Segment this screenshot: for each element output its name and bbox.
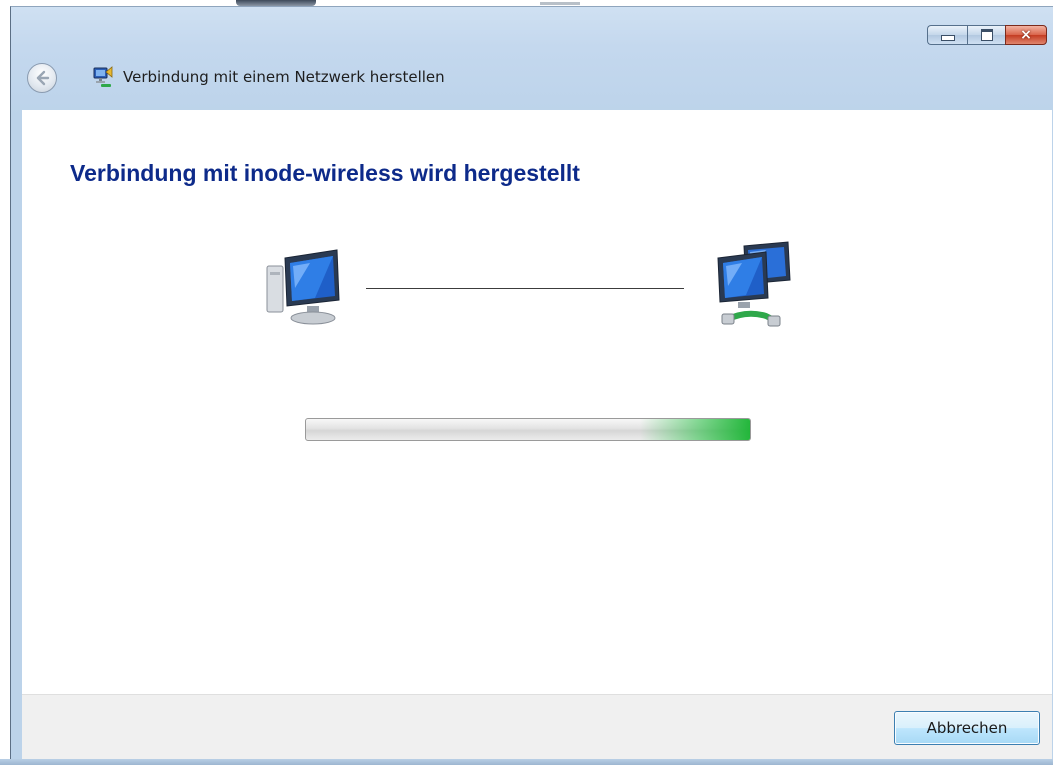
footer-bar: Abbrechen bbox=[22, 694, 1052, 765]
screen: × Verbindung mit einem Netzwerk herstell… bbox=[0, 0, 1053, 765]
close-button[interactable]: × bbox=[1005, 25, 1047, 45]
back-button[interactable] bbox=[27, 63, 57, 93]
connection-progress-bar bbox=[305, 418, 751, 441]
progress-indicator bbox=[640, 419, 750, 440]
connect-to-network-window: × Verbindung mit einem Netzwerk herstell… bbox=[10, 6, 1053, 765]
title-bar[interactable]: × Verbindung mit einem Netzwerk herstell… bbox=[11, 7, 1053, 119]
window-title: Verbindung mit einem Netzwerk herstellen bbox=[123, 68, 445, 86]
window-controls: × bbox=[927, 25, 1047, 45]
connection-line bbox=[366, 288, 684, 289]
minimize-icon bbox=[940, 35, 955, 41]
back-arrow-icon bbox=[36, 70, 50, 86]
desktop-fragment bbox=[540, 2, 580, 5]
content-area: Verbindung mit inode-wireless wird herge… bbox=[22, 110, 1052, 694]
page-heading: Verbindung mit inode-wireless wird herge… bbox=[70, 160, 580, 186]
network-wizard-icon bbox=[93, 66, 113, 87]
cancel-button[interactable]: Abbrechen bbox=[894, 711, 1040, 745]
maximize-icon bbox=[980, 29, 993, 41]
computer-icon bbox=[266, 249, 340, 325]
network-computers-icon bbox=[717, 241, 791, 327]
close-icon: × bbox=[1020, 27, 1032, 43]
window-bottom-border bbox=[0, 759, 1053, 765]
maximize-button[interactable] bbox=[967, 25, 1005, 45]
minimize-button[interactable] bbox=[927, 25, 967, 45]
